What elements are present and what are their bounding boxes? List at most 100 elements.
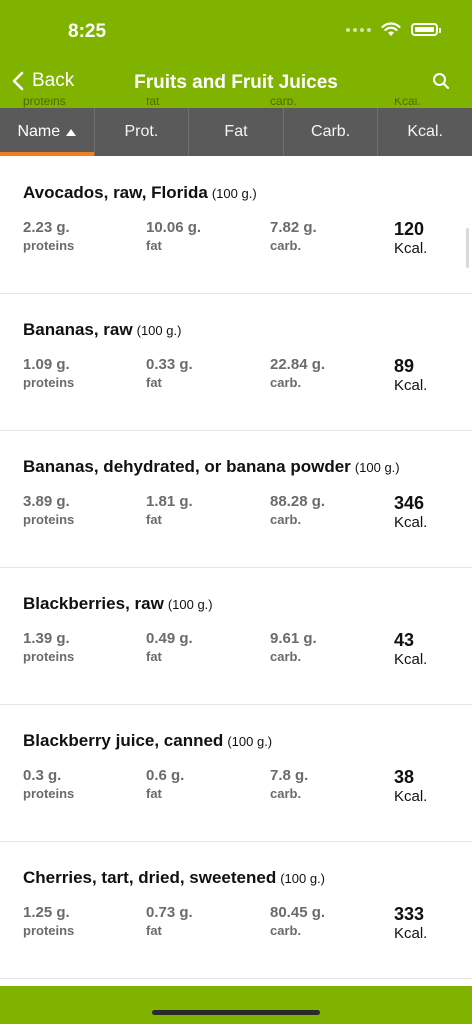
- scroll-indicator[interactable]: [466, 228, 469, 268]
- proteins-label: proteins: [23, 923, 75, 938]
- tab-name[interactable]: Name: [0, 108, 95, 156]
- fat-column: 10.06 g. fat: [146, 219, 201, 253]
- carb-value: 22.84 g.: [270, 356, 326, 373]
- item-name: Blackberries, raw (100 g.): [23, 594, 213, 613]
- proteins-label: proteins: [23, 786, 75, 801]
- kcal-value: 346: [394, 493, 425, 513]
- item-portion: (100 g.): [167, 597, 213, 612]
- kcal-label: Kcal.: [394, 377, 428, 394]
- kcal-column: 333 Kcal.: [394, 904, 427, 942]
- item-portion: (100 g.): [280, 871, 326, 886]
- kcal-column: 120 Kcal.: [394, 219, 427, 257]
- status-time: 8:25: [68, 21, 107, 42]
- battery-icon: [411, 23, 441, 36]
- kcal-label: Kcal.: [394, 240, 428, 257]
- tab-name-label: Name: [17, 123, 61, 140]
- carb-label: carb.: [270, 375, 302, 390]
- tab-fat[interactable]: Fat: [189, 108, 284, 156]
- fat-column: 0.33 g. fat: [146, 356, 193, 390]
- carb-label: carb.: [270, 649, 302, 664]
- proteins-value: 2.23 g.: [23, 219, 70, 236]
- ghost-carb: carb.: [270, 98, 297, 108]
- carb-value: 7.82 g.: [270, 219, 317, 236]
- kcal-value: 89: [394, 356, 415, 376]
- fat-value: 0.6 g.: [146, 767, 185, 784]
- ghost-proteins: proteins: [23, 98, 66, 108]
- tab-kcal-label: Kcal.: [407, 123, 443, 140]
- fat-column: 0.73 g. fat: [146, 904, 193, 938]
- tab-protein[interactable]: Prot.: [95, 108, 190, 156]
- fat-value: 1.81 g.: [146, 493, 193, 510]
- signal-dots-icon: [346, 27, 371, 32]
- list-item[interactable]: Cherries, tart, dried, sweetened (100 g.)…: [0, 842, 472, 979]
- carb-label: carb.: [270, 923, 302, 938]
- fat-value: 0.73 g.: [146, 904, 193, 921]
- carb-column: 88.28 g. carb.: [270, 493, 325, 527]
- carb-column: 7.82 g. carb.: [270, 219, 317, 253]
- fat-value: 0.33 g.: [146, 356, 193, 373]
- tab-protein-label: Prot.: [124, 123, 159, 140]
- kcal-column: 346 Kcal.: [394, 493, 427, 531]
- kcal-column: 38 Kcal.: [394, 767, 427, 805]
- carb-column: 9.61 g. carb.: [270, 630, 317, 664]
- kcal-label: Kcal.: [394, 925, 428, 942]
- item-portion: (100 g.): [354, 460, 400, 475]
- tab-fat-label: Fat: [224, 123, 248, 140]
- fat-column: 0.6 g. fat: [146, 767, 184, 801]
- tab-carb-label: Carb.: [311, 123, 351, 140]
- proteins-value: 1.25 g.: [23, 904, 70, 921]
- kcal-label: Kcal.: [394, 788, 428, 805]
- list-item[interactable]: Bananas, dehydrated, or banana powder (10…: [0, 431, 472, 568]
- status-icons: [346, 22, 441, 37]
- list-item[interactable]: Bananas, raw (100 g.) 1.09 g. proteins 0.3…: [0, 294, 472, 431]
- carb-label: carb.: [270, 786, 302, 801]
- carb-value: 9.61 g.: [270, 630, 317, 647]
- wifi-icon: [381, 22, 401, 36]
- list-item[interactable]: Avocados, raw, Florida (100 g.) 2.23 g. pr…: [0, 157, 472, 294]
- sort-ascending-icon: [66, 128, 77, 136]
- kcal-value: 43: [394, 630, 415, 650]
- kcal-value: 120: [394, 219, 425, 239]
- proteins-value: 1.09 g.: [23, 356, 70, 373]
- proteins-value: 1.39 g.: [23, 630, 70, 647]
- fat-label: fat: [146, 375, 162, 390]
- proteins-label: proteins: [23, 649, 75, 664]
- item-name: Cherries, tart, dried, sweetened (100 g.): [23, 868, 326, 887]
- proteins-column: 1.09 g. proteins: [23, 356, 74, 390]
- item-portion: (100 g.): [211, 186, 257, 201]
- list-item[interactable]: Blackberry juice, canned (100 g.) 0.3 g. p…: [0, 705, 472, 842]
- ghost-fat: fat: [146, 98, 160, 108]
- fat-label: fat: [146, 238, 162, 253]
- item-name: Blackberry juice, canned (100 g.): [23, 731, 273, 750]
- kcal-value: 333: [394, 904, 425, 924]
- fat-label: fat: [146, 923, 162, 938]
- fat-label: fat: [146, 649, 162, 664]
- list-item[interactable]: Blackberries, raw (100 g.) 1.39 g. protein…: [0, 568, 472, 705]
- carb-column: 80.45 g. carb.: [270, 904, 325, 938]
- food-list: Avocados, raw, Florida (100 g.) 2.23 g. pr…: [0, 157, 472, 979]
- kcal-column: 89 Kcal.: [394, 356, 427, 394]
- item-name: Avocados, raw, Florida (100 g.): [23, 183, 257, 202]
- proteins-label: proteins: [23, 238, 75, 253]
- tab-carb[interactable]: Carb.: [284, 108, 379, 156]
- carb-value: 80.45 g.: [270, 904, 326, 921]
- proteins-label: proteins: [23, 512, 75, 527]
- tab-kcal[interactable]: Kcal.: [378, 108, 472, 156]
- fat-value: 10.06 g.: [146, 219, 202, 236]
- search-button[interactable]: [432, 72, 450, 95]
- proteins-value: 3.89 g.: [23, 493, 70, 510]
- item-name: Bananas, raw (100 g.): [23, 320, 182, 339]
- proteins-column: 3.89 g. proteins: [23, 493, 74, 527]
- fat-label: fat: [146, 786, 162, 801]
- carb-column: 7.8 g. carb.: [270, 767, 308, 801]
- home-indicator[interactable]: [152, 1010, 320, 1015]
- carb-value: 7.8 g.: [270, 767, 309, 784]
- bottom-bar: [0, 986, 472, 1024]
- carb-label: carb.: [270, 512, 302, 527]
- page-title: Fruits and Fruit Juices: [134, 72, 338, 93]
- fat-value: 0.49 g.: [146, 630, 193, 647]
- item-portion: (100 g.): [227, 734, 273, 749]
- fat-column: 1.81 g. fat: [146, 493, 193, 527]
- search-icon: [433, 73, 450, 90]
- kcal-label: Kcal.: [394, 514, 428, 531]
